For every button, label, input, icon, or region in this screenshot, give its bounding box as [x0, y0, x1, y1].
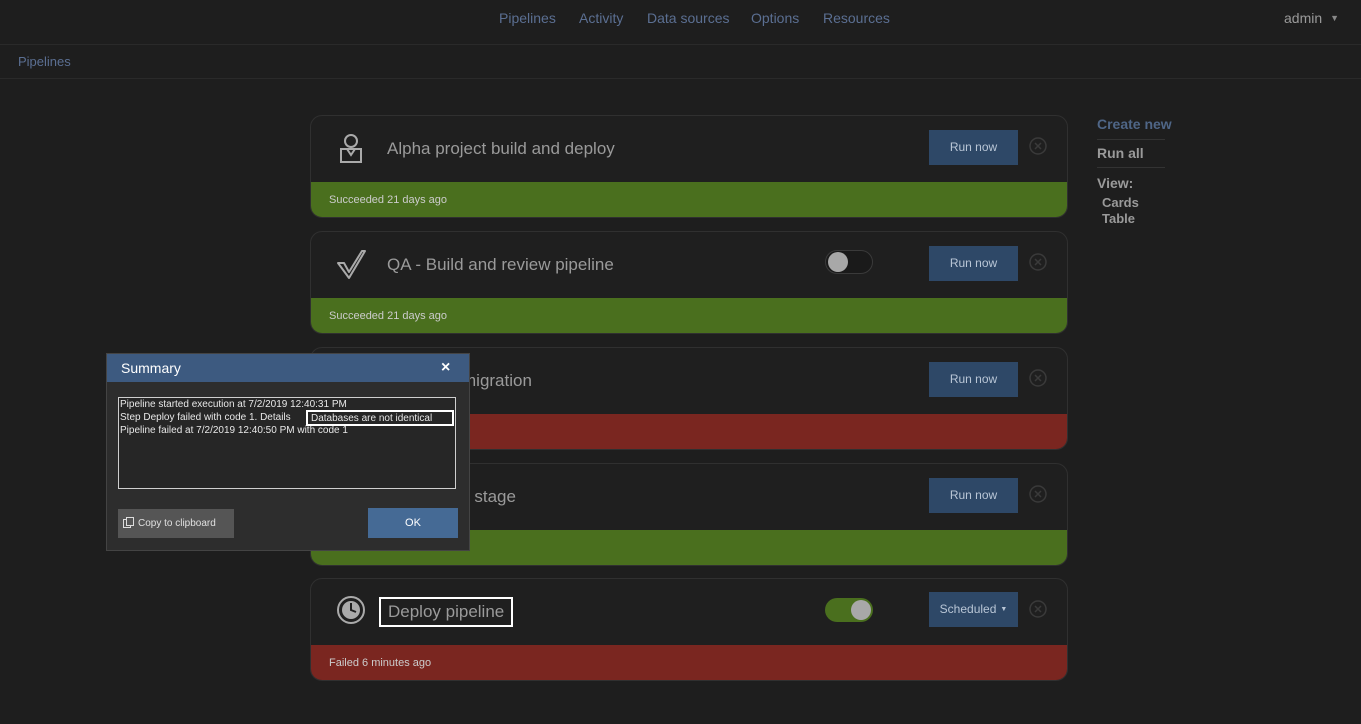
ok-button[interactable]: OK — [368, 508, 458, 538]
pipeline-card: Deploy pipeline Scheduled ▼ Failed 6 minu… — [310, 578, 1068, 681]
pipeline-title[interactable]: - stage — [464, 487, 516, 507]
status-bar: Failed 6 minutes ago — [311, 645, 1067, 680]
user-name: admin — [1284, 10, 1323, 26]
run-all-link[interactable]: Run all — [1097, 145, 1144, 161]
nav-activity[interactable]: Activity — [579, 10, 623, 26]
top-nav: Pipelines Activity Data sources Options … — [0, 0, 1361, 45]
breadcrumb-pipelines[interactable]: Pipelines — [18, 54, 71, 69]
copy-label: Copy to clipboard — [138, 518, 216, 529]
chevron-down-icon: ▼ — [1000, 606, 1008, 613]
dialog-header: Summary × — [107, 354, 469, 382]
pipeline-card: QA - Build and review pipeline Run now S… — [310, 231, 1068, 334]
status-bar: Succeeded 21 days ago — [311, 182, 1067, 217]
close-icon[interactable]: × — [441, 359, 450, 377]
breadcrumb: Pipelines — [0, 45, 1361, 79]
nav-pipelines[interactable]: Pipelines — [499, 10, 556, 26]
divider — [1097, 167, 1165, 168]
view-table-option[interactable]: Table — [1102, 211, 1135, 226]
pipeline-title[interactable]: QA - Build and review pipeline — [387, 255, 614, 275]
log-line: Step Deploy failed with code 1. Details — [120, 412, 291, 423]
run-now-button[interactable]: Run now — [929, 130, 1018, 165]
remove-icon[interactable] — [1029, 253, 1047, 271]
detail-text: Databases are not identical — [311, 413, 433, 424]
remove-icon[interactable] — [1029, 600, 1047, 618]
log-line: Pipeline started execution at 7/2/2019 1… — [120, 399, 347, 410]
run-now-button[interactable]: Run now — [929, 362, 1018, 397]
highlighted-detail[interactable]: Databases are not identical — [306, 410, 454, 426]
view-label: View: — [1097, 175, 1134, 191]
schedule-toggle[interactable] — [825, 598, 873, 622]
run-now-button[interactable]: Run now — [929, 246, 1018, 281]
scheduled-label: Scheduled — [939, 602, 997, 616]
checkmark-icon — [337, 250, 366, 279]
view-cards-option[interactable]: Cards — [1102, 195, 1139, 210]
chevron-down-icon: ▼ — [1330, 13, 1340, 23]
remove-icon[interactable] — [1029, 137, 1047, 155]
summary-log[interactable]: Pipeline started execution at 7/2/2019 1… — [118, 397, 456, 489]
dialog-title: Summary — [121, 360, 181, 376]
clock-icon — [337, 596, 365, 624]
pipeline-title[interactable]: Alpha project build and deploy — [387, 139, 615, 159]
create-new-link[interactable]: Create new — [1097, 116, 1172, 132]
remove-icon[interactable] — [1029, 485, 1047, 503]
user-menu[interactable]: admin ▼ — [1284, 10, 1339, 26]
status-bar: Succeeded 21 days ago — [311, 298, 1067, 333]
summary-dialog: Summary × Pipeline started execution at … — [106, 353, 470, 551]
nav-data-sources[interactable]: Data sources — [647, 10, 729, 26]
log-line: Pipeline failed at 7/2/2019 12:40:50 PM … — [120, 425, 348, 436]
pipeline-card: Alpha project build and deploy Run now S… — [310, 115, 1068, 218]
divider — [1097, 139, 1165, 140]
scheduled-dropdown-button[interactable]: Scheduled ▼ — [929, 592, 1018, 627]
pipeline-title[interactable]: Deploy pipeline — [379, 597, 514, 627]
nav-options[interactable]: Options — [751, 10, 799, 26]
copy-to-clipboard-button[interactable]: Copy to clipboard — [118, 509, 234, 538]
nav-resources[interactable]: Resources — [823, 10, 890, 26]
schedule-toggle[interactable] — [825, 250, 873, 274]
copy-icon — [123, 517, 134, 528]
pipeline-title[interactable]: migration — [462, 371, 532, 391]
person-badge-icon — [340, 134, 362, 163]
toggle-knob — [828, 252, 848, 272]
remove-icon[interactable] — [1029, 369, 1047, 387]
run-now-button[interactable]: Run now — [929, 478, 1018, 513]
toggle-knob — [851, 600, 871, 620]
